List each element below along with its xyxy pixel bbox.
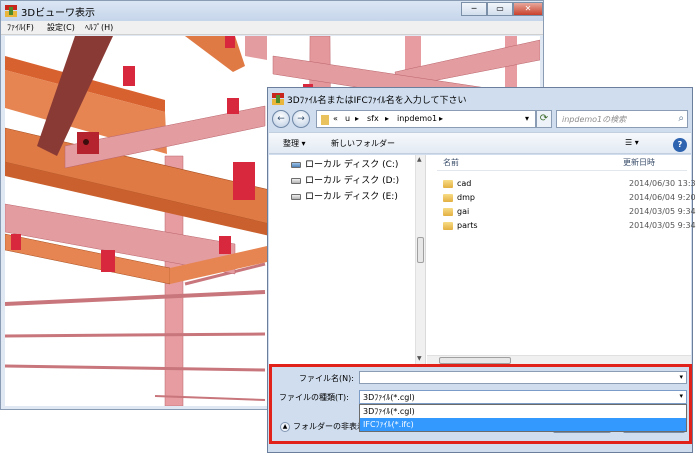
chevron-down-icon: ▾ <box>679 392 683 400</box>
filetype-option-cgl[interactable]: 3Dﾌｧｲﾙ(*.cgl) <box>360 405 686 418</box>
nav-drive-d[interactable]: ローカル ディスク (D:) <box>291 173 399 187</box>
forward-button[interactable]: → <box>292 110 310 128</box>
dialog-body: ローカル ディスク (C:) ローカル ディスク (D:) ローカル ディスク … <box>269 155 696 365</box>
restore-button[interactable]: ▭ <box>487 2 513 16</box>
search-icon: ⌕ <box>678 113 684 124</box>
app-icon <box>5 5 17 17</box>
filetype-dropdown-list: 3Dﾌｧｲﾙ(*.cgl) IFCﾌｧｲﾙ(*.ifc) <box>359 404 687 432</box>
list-item[interactable]: cad 2014/06/30 13:38 <box>443 178 696 192</box>
hide-folders-toggle[interactable]: ▲ フォルダーの非表示 <box>280 421 365 432</box>
viewer-titlebar[interactable]: 3Dビューワ表示 ─ ▭ ✕ <box>1 1 543 21</box>
filename-input[interactable]: ▾ <box>359 371 687 384</box>
address-row: ← → « u ▸ sfx ▸ inpdemo1 ▸ ▾ ⟳ inpdemo1の… <box>268 108 692 130</box>
folder-icon <box>443 222 453 230</box>
close-button[interactable]: ✕ <box>513 2 543 16</box>
folder-icon <box>321 115 329 125</box>
navigation-pane: ローカル ディスク (C:) ローカル ディスク (D:) ローカル ディスク … <box>269 155 426 365</box>
back-button[interactable]: ← <box>272 110 290 128</box>
filename-label: ファイル名(N): <box>299 374 354 383</box>
file-form: ファイル名(N): ▾ ファイルの種類(T): 3Dﾌｧｲﾙ(*.cgl) ▾ … <box>271 363 691 451</box>
filetype-selected: 3Dﾌｧｲﾙ(*.cgl) <box>363 393 415 402</box>
viewer-title: 3Dビューワ表示 <box>21 8 96 19</box>
list-item[interactable]: parts 2014/03/05 9:34 <box>443 220 696 234</box>
drive-icon <box>291 177 301 184</box>
refresh-icon[interactable]: ⟳ <box>536 110 552 128</box>
new-folder-button[interactable]: 新しいフォルダー <box>331 138 395 149</box>
filetype-select[interactable]: 3Dﾌｧｲﾙ(*.cgl) ▾ <box>359 390 687 404</box>
search-input[interactable]: inpdemo1の検索 ⌕ <box>556 110 688 128</box>
file-list: 名前 更新日時 cad 2014/06/30 13:38 dmp 2014/06… <box>427 155 696 365</box>
filetype-option-ifc[interactable]: IFCﾌｧｲﾙ(*.ifc) <box>360 418 686 431</box>
breadcrumb-u[interactable]: u <box>345 114 350 123</box>
breadcrumb-overflow[interactable]: « <box>333 114 338 123</box>
minimize-button[interactable]: ─ <box>461 2 487 16</box>
menu-help[interactable]: ﾍﾙﾌﾟ(H) <box>85 22 113 33</box>
folder-icon <box>443 194 453 202</box>
file-dialog: 3Dﾌｧｲﾙ名またはIFCﾌｧｲﾙ名を入力して下さい ← → « u ▸ sfx… <box>267 87 696 453</box>
dialog-app-icon <box>272 93 284 105</box>
address-dropdown-icon[interactable]: ▾ <box>525 114 529 123</box>
breadcrumb-inpdemo1[interactable]: inpdemo1 <box>397 114 437 123</box>
breadcrumb-sfx[interactable]: sfx <box>367 114 379 123</box>
organize-button[interactable]: 整理 ▾ <box>283 138 306 149</box>
dialog-title: 3Dﾌｧｲﾙ名またはIFCﾌｧｲﾙ名を入力して下さい <box>287 96 467 106</box>
menu-file[interactable]: ﾌｧｲﾙ(F) <box>7 22 34 33</box>
folder-icon <box>443 180 453 188</box>
nav-scrollbar[interactable]: ▲ ▼ <box>415 155 425 365</box>
folder-icon <box>443 208 453 216</box>
help-icon[interactable]: ? <box>673 138 687 152</box>
filename-dropdown-icon[interactable]: ▾ <box>679 373 683 381</box>
nav-drive-e[interactable]: ローカル ディスク (E:) <box>291 189 398 203</box>
dialog-toolbar: 整理 ▾ 新しいフォルダー ☰ ▾ ? <box>269 132 691 154</box>
address-bar[interactable]: « u ▸ sfx ▸ inpdemo1 ▸ ▾ <box>316 110 536 128</box>
drive-icon <box>291 193 301 200</box>
drive-icon <box>291 161 301 168</box>
menu-settings[interactable]: 設定(C) <box>47 22 75 33</box>
view-menu-icon[interactable]: ☰ ▾ <box>625 138 639 147</box>
search-placeholder: inpdemo1の検索 <box>562 115 627 124</box>
chevron-up-icon: ▲ <box>280 421 290 432</box>
column-date-header[interactable]: 更新日時 <box>623 157 655 168</box>
list-item[interactable]: gai 2014/03/05 9:34 <box>443 206 696 220</box>
column-name-header[interactable]: 名前 <box>443 157 459 168</box>
nav-drive-c[interactable]: ローカル ディスク (C:) <box>291 157 398 171</box>
list-item[interactable]: dmp 2014/06/04 9:20 <box>443 192 696 206</box>
filetype-label: ファイルの種類(T): <box>279 393 349 402</box>
viewer-menubar: ﾌｧｲﾙ(F) 設定(C) ﾍﾙﾌﾟ(H) <box>1 21 543 35</box>
